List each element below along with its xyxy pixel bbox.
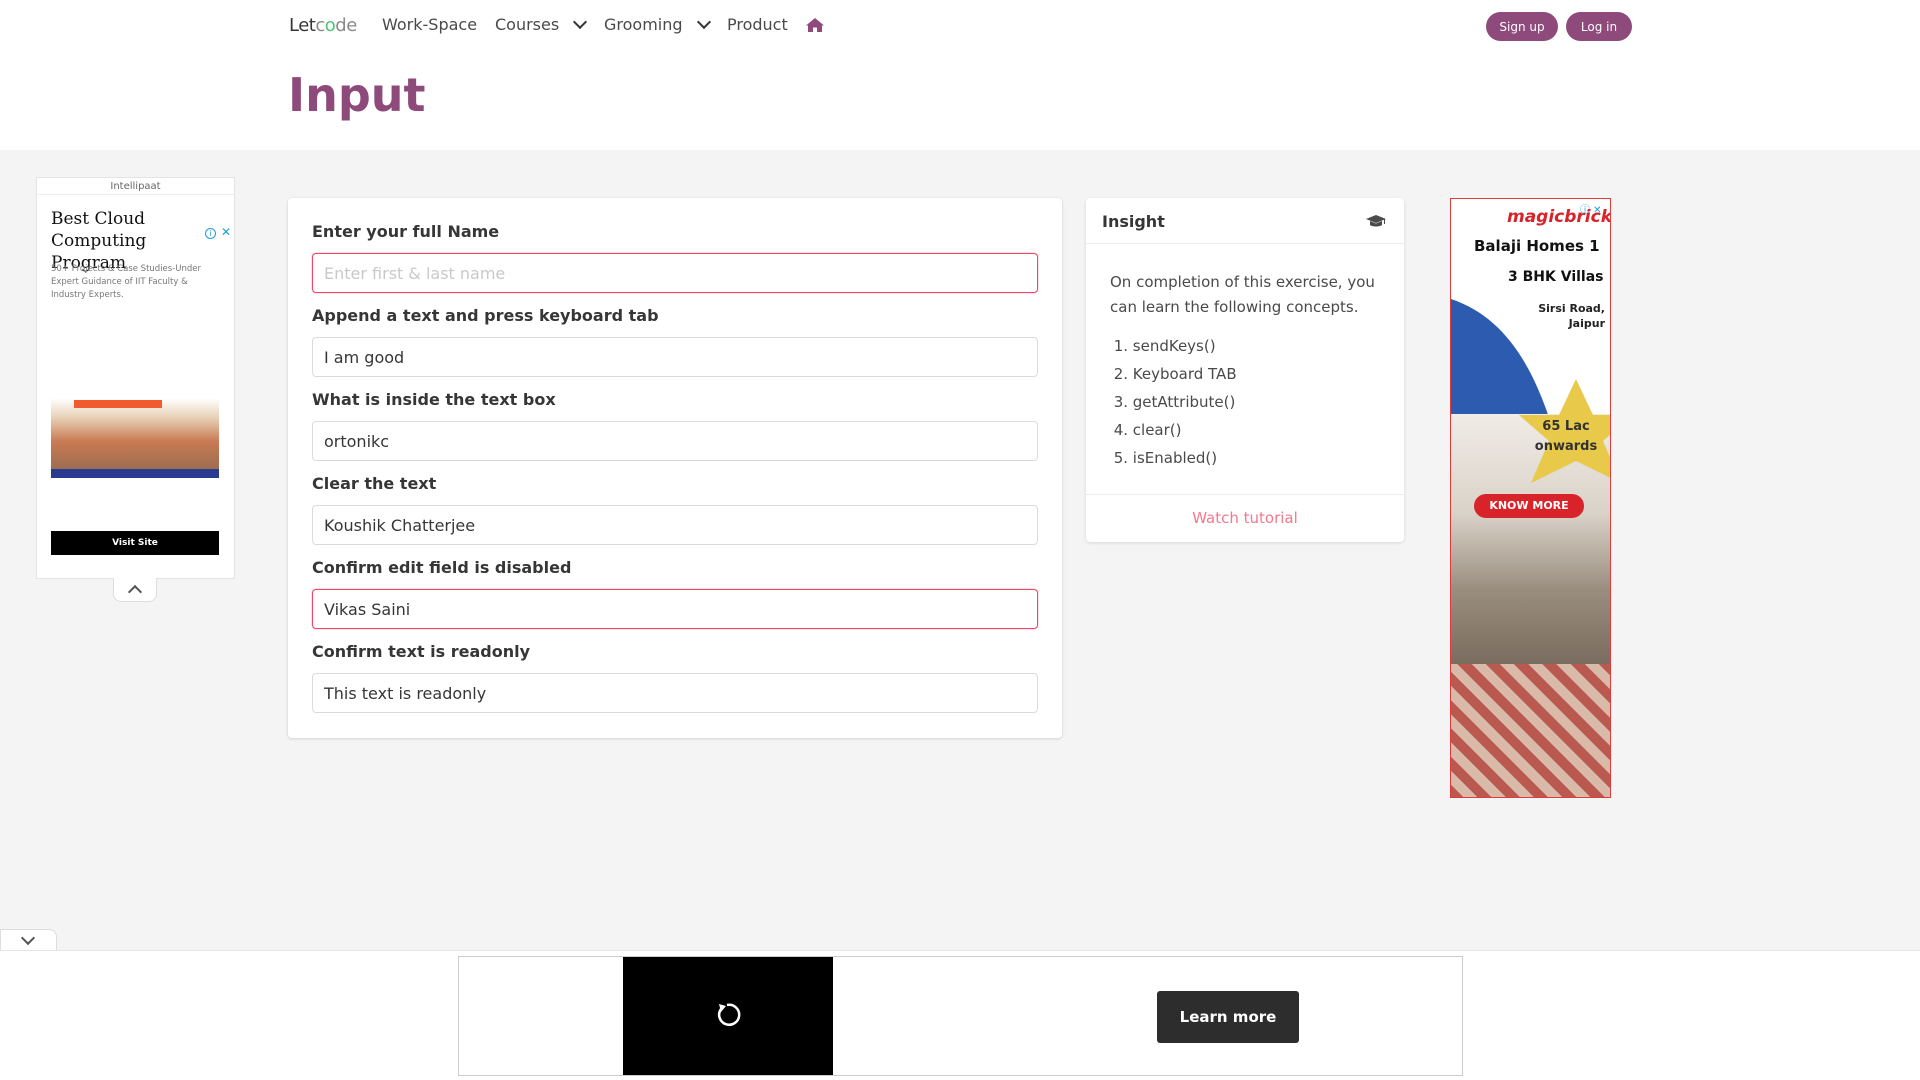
watch-tutorial-link[interactable]: Watch tutorial bbox=[1086, 509, 1404, 527]
ad-floor-image bbox=[1451, 664, 1610, 797]
nav-work-space[interactable]: Work-Space bbox=[382, 15, 477, 34]
chevron-down-icon bbox=[696, 14, 711, 29]
fullname-label: Enter your full Name bbox=[312, 222, 500, 241]
clear-text-label: Clear the text bbox=[312, 474, 437, 493]
login-button[interactable]: Log in bbox=[1566, 12, 1632, 41]
signup-button[interactable]: Sign up bbox=[1486, 12, 1558, 41]
ad-close-icon[interactable]: ✕ bbox=[221, 225, 231, 239]
fullname-input[interactable] bbox=[312, 253, 1038, 293]
page-hero: Input bbox=[0, 52, 1920, 150]
concept-list: 1. sendKeys() 2. Keyboard TAB 3. getAttr… bbox=[1110, 332, 1237, 472]
ad-info-icon[interactable]: i bbox=[205, 228, 216, 239]
replay-icon[interactable] bbox=[713, 1001, 741, 1029]
ad-collapse-toggle[interactable] bbox=[113, 578, 157, 602]
sticky-ad-toggle[interactable] bbox=[0, 929, 57, 951]
disabled-field-label: Confirm edit field is disabled bbox=[312, 558, 572, 577]
ad-title: Balaji Homes 1 bbox=[1474, 237, 1600, 255]
left-advertisement[interactable]: Intellipaat Best Cloud Computing Program… bbox=[36, 177, 235, 579]
append-input[interactable] bbox=[312, 337, 1038, 377]
ad-close-icon[interactable]: ⓘ ✕ bbox=[1580, 201, 1602, 216]
inside-text-label: What is inside the text box bbox=[312, 390, 556, 409]
concept-item: 3. getAttribute() bbox=[1113, 393, 1236, 411]
nav-product[interactable]: Product bbox=[727, 15, 788, 34]
ad-price: 65 Lac onwards bbox=[1534, 419, 1598, 454]
disabled-field-input[interactable] bbox=[312, 589, 1038, 629]
nav-grooming-dropdown[interactable]: Grooming bbox=[604, 14, 711, 34]
insight-footer: Watch tutorial bbox=[1086, 494, 1404, 542]
inside-text-input[interactable] bbox=[312, 421, 1038, 461]
logo-o: o bbox=[324, 15, 336, 36]
ad-divider bbox=[37, 194, 234, 195]
graduation-cap-icon bbox=[1366, 215, 1386, 227]
letcode-logo[interactable]: Letcode bbox=[289, 15, 357, 36]
nav-courses-dropdown[interactable]: Courses bbox=[495, 14, 588, 34]
right-advertisement[interactable]: magicbricks ⓘ ✕ Balaji Homes 1 3 BHK Vil… bbox=[1450, 198, 1611, 798]
ad-image-footer bbox=[51, 469, 219, 478]
concept-item: 5. isEnabled() bbox=[1113, 449, 1218, 467]
ad-subtitle: 3 BHK Villas bbox=[1508, 269, 1604, 285]
ad-brand-label: Intellipaat bbox=[110, 181, 161, 192]
ad-image-banner bbox=[74, 400, 162, 408]
chevron-down-icon bbox=[573, 14, 588, 29]
insight-description: On completion of this exercise, you can … bbox=[1110, 273, 1375, 316]
ad-subtitle: 50+ Projects & Case Studies-Under Expert… bbox=[51, 264, 202, 300]
page-title: Input bbox=[288, 68, 426, 122]
ad-location: Sirsi Road, Jaipur bbox=[1538, 302, 1605, 330]
learn-more-button[interactable]: Learn more bbox=[1157, 991, 1299, 1043]
nav-work-space-label: Work-Space bbox=[382, 15, 478, 34]
insight-header: Insight bbox=[1086, 198, 1404, 244]
logo-let: Let bbox=[289, 15, 316, 36]
ad-visit-site-button[interactable]: Visit Site bbox=[51, 531, 219, 555]
readonly-label: Confirm text is readonly bbox=[312, 642, 531, 661]
insight-card: Insight On completion of this exercise, … bbox=[1086, 198, 1404, 542]
concept-item: 4. clear() bbox=[1113, 421, 1182, 439]
clear-text-input[interactable] bbox=[312, 505, 1038, 545]
know-more-button[interactable]: KNOW MORE bbox=[1474, 494, 1584, 518]
insight-title: Insight bbox=[1102, 212, 1165, 231]
bottom-video-ad[interactable]: Learn more bbox=[458, 956, 1463, 1076]
readonly-input[interactable] bbox=[312, 673, 1038, 713]
append-label: Append a text and press keyboard tab bbox=[312, 306, 659, 325]
nav-product-label: Product bbox=[727, 15, 788, 34]
top-navbar: Letcode Work-Space Courses Grooming Prod… bbox=[0, 0, 1920, 52]
chevron-down-icon bbox=[20, 930, 36, 946]
nav-courses-label: Courses bbox=[495, 15, 560, 34]
home-icon[interactable] bbox=[805, 17, 825, 33]
video-player[interactable] bbox=[623, 957, 833, 1075]
concept-item: 1. sendKeys() bbox=[1113, 337, 1216, 355]
concept-item: 2. Keyboard TAB bbox=[1113, 365, 1237, 383]
input-form-card: Enter your full Name Append a text and p… bbox=[288, 198, 1062, 738]
nav-grooming-label: Grooming bbox=[604, 15, 683, 34]
chevron-up-icon bbox=[127, 584, 143, 600]
logo-de: de bbox=[335, 15, 357, 36]
logo-c: c bbox=[315, 15, 325, 36]
